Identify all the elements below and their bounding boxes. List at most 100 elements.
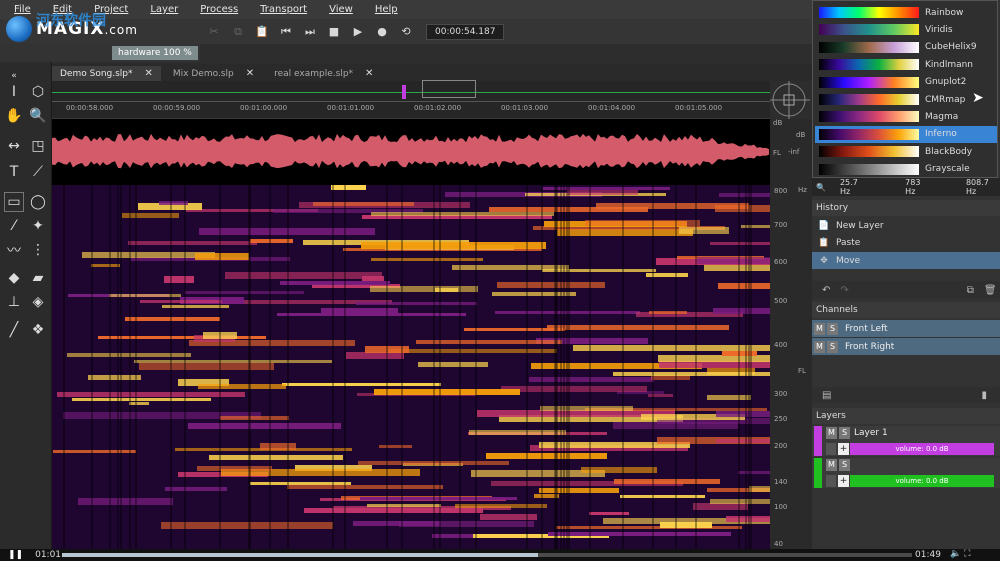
history-item-move[interactable]: ✥ Move xyxy=(812,252,1000,269)
time-stretch-icon[interactable]: ↔ xyxy=(4,136,24,156)
harmonic-icon[interactable]: 〰 xyxy=(4,240,24,260)
volume-slider[interactable]: volume: 0.0 dB xyxy=(850,443,994,455)
fill-icon[interactable]: ◈ xyxy=(28,292,48,312)
spectral-harmonic xyxy=(543,187,670,190)
colormap-option-viridis[interactable]: Viridis xyxy=(815,21,997,38)
layer-row[interactable]: MS Layer 1 + volume: 0.0 dB xyxy=(812,426,1000,456)
menu-transport[interactable]: Transport xyxy=(260,4,307,15)
spectral-gap xyxy=(117,185,119,549)
scroll-icon[interactable]: ▮ xyxy=(981,390,987,401)
spectral-harmonic xyxy=(379,445,412,448)
spectral-harmonic xyxy=(614,479,720,484)
time-select-icon[interactable]: ⋮ xyxy=(28,240,48,260)
record-icon[interactable]: ● xyxy=(372,23,392,41)
text-cursor-icon[interactable]: I xyxy=(4,82,24,102)
mute-button[interactable]: M xyxy=(826,427,837,439)
undo-icon[interactable]: ↶ xyxy=(822,285,830,296)
zoom-crosshair-icon[interactable] xyxy=(770,81,810,119)
colormap-option-cmrmap[interactable]: CMRmap xyxy=(815,91,997,108)
scale-label: dB xyxy=(773,119,783,127)
mute-button[interactable]: M xyxy=(814,340,825,353)
menu-process[interactable]: Process xyxy=(200,4,238,15)
colormap-label: Kindlmann xyxy=(925,59,974,70)
eraser-alt-icon[interactable]: ▰ xyxy=(28,268,48,288)
colormap-option-gnuplot2[interactable]: Gnuplot2 xyxy=(815,74,997,91)
spectral-harmonic xyxy=(452,265,569,270)
history-item-paste[interactable]: 📋 Paste xyxy=(812,234,1000,251)
hand-icon[interactable]: ✋ xyxy=(4,106,24,126)
zoom-icon[interactable]: 🔍 xyxy=(816,183,826,192)
layer-row[interactable]: MS + volume: 0.0 dB xyxy=(812,458,1000,488)
mute-button[interactable]: M xyxy=(826,459,837,471)
colormap-dropdown[interactable]: Rainbow Viridis CubeHelix9 Kindlmann Gnuplot… xyxy=(812,0,998,178)
copy-icon[interactable]: ⧉ xyxy=(967,285,974,296)
tab-demo-song[interactable]: Demo Song.slp* ✕ xyxy=(52,66,161,81)
spectral-harmonic xyxy=(260,443,296,450)
solo-button[interactable]: S xyxy=(839,427,850,439)
colormap-swatch xyxy=(819,128,919,140)
add-icon[interactable]: + xyxy=(838,475,849,487)
play-icon[interactable]: ▶ xyxy=(348,23,368,41)
stop-icon[interactable]: ■ xyxy=(324,23,344,41)
brush-icon[interactable]: ╱ xyxy=(4,320,24,340)
close-icon[interactable]: ✕ xyxy=(365,68,373,79)
freq-low: 25.7 Hz xyxy=(839,178,858,196)
brush-select-icon[interactable]: ⁄ xyxy=(4,216,24,236)
colormap-option-grayscale[interactable]: Grayscale xyxy=(815,161,997,178)
zoom-icon[interactable]: 🔍 xyxy=(28,106,48,126)
rect-select-icon[interactable]: ▭ xyxy=(4,192,24,212)
copy-icon[interactable]: ⧉ xyxy=(228,23,248,41)
volume-icon[interactable]: 🔈 ⛶ xyxy=(950,549,970,559)
spectrogram-view[interactable] xyxy=(52,185,770,549)
progress-bar[interactable] xyxy=(62,553,912,557)
add-icon[interactable]: + xyxy=(838,443,849,455)
hardware-level[interactable]: hardware 100 % xyxy=(112,46,198,60)
channel-front-left[interactable]: MS Front Left xyxy=(812,320,1000,337)
skip-back-icon[interactable]: ⏮ xyxy=(276,23,296,41)
redo-icon[interactable]: ↷ xyxy=(840,285,848,296)
list-icon[interactable]: ▤ xyxy=(822,390,831,401)
volume-slider[interactable]: volume: 0.0 dB xyxy=(850,475,994,487)
overview-selection[interactable] xyxy=(422,80,476,98)
app-window: File Edit Project Layer Process Transpor… xyxy=(0,0,1000,561)
cube-icon[interactable]: ⬡ xyxy=(28,82,48,102)
tab-mix-demo[interactable]: Mix Demo.slp ✕ xyxy=(165,66,262,81)
lasso-icon[interactable]: ◯ xyxy=(28,192,48,212)
close-icon[interactable]: ✕ xyxy=(246,68,254,79)
tab-real-example[interactable]: real example.slp* ✕ xyxy=(266,66,381,81)
colormap-option-blackbody[interactable]: BlackBody xyxy=(815,143,997,160)
pause-icon[interactable]: ❚❚ xyxy=(8,550,23,560)
waveform-view[interactable] xyxy=(52,119,770,185)
solo-button[interactable]: S xyxy=(839,459,850,471)
spectral-harmonic xyxy=(53,450,136,453)
pipette-icon[interactable]: ⟋ xyxy=(28,162,48,182)
history-item-new-layer[interactable]: 📄 New Layer xyxy=(812,217,1000,234)
colormap-option-inferno[interactable]: Inferno xyxy=(815,125,997,143)
spectral-harmonic xyxy=(356,302,477,305)
trash-icon[interactable]: 🗑 xyxy=(984,285,997,296)
loop-icon[interactable]: ⟲ xyxy=(396,23,416,41)
stamp-icon[interactable]: ⊥ xyxy=(4,292,24,312)
menu-help[interactable]: Help xyxy=(375,4,398,15)
spray-icon[interactable]: ❖ xyxy=(28,320,48,340)
solo-button[interactable]: S xyxy=(827,340,838,353)
channel-front-right[interactable]: MS Front Right xyxy=(812,338,1000,355)
cut-icon[interactable]: ✂ xyxy=(204,23,224,41)
spectral-harmonic xyxy=(140,300,222,303)
text-tool-icon[interactable]: T xyxy=(4,162,24,182)
colormap-option-rainbow[interactable]: Rainbow xyxy=(815,4,997,21)
colormap-option-cubehelix9[interactable]: CubeHelix9 xyxy=(815,39,997,56)
colormap-option-kindlmann[interactable]: Kindlmann xyxy=(815,56,997,73)
colormap-option-magma[interactable]: Magma xyxy=(815,108,997,125)
close-icon[interactable]: ✕ xyxy=(145,68,153,79)
menu-view[interactable]: View xyxy=(329,4,353,15)
time-ruler[interactable]: 00:00:58.000 00:00:59.000 00:01:00.000 0… xyxy=(52,80,770,119)
resize-icon[interactable]: ◳ xyxy=(28,136,48,156)
magic-wand-icon[interactable]: ✦ xyxy=(28,216,48,236)
paste-icon[interactable]: 📋 xyxy=(252,23,272,41)
solo-button[interactable]: S xyxy=(827,322,838,335)
spectral-gap xyxy=(563,185,565,549)
eraser-icon[interactable]: ◆ xyxy=(4,268,24,288)
mute-button[interactable]: M xyxy=(814,322,825,335)
skip-forward-icon[interactable]: ⏭ xyxy=(300,23,320,41)
